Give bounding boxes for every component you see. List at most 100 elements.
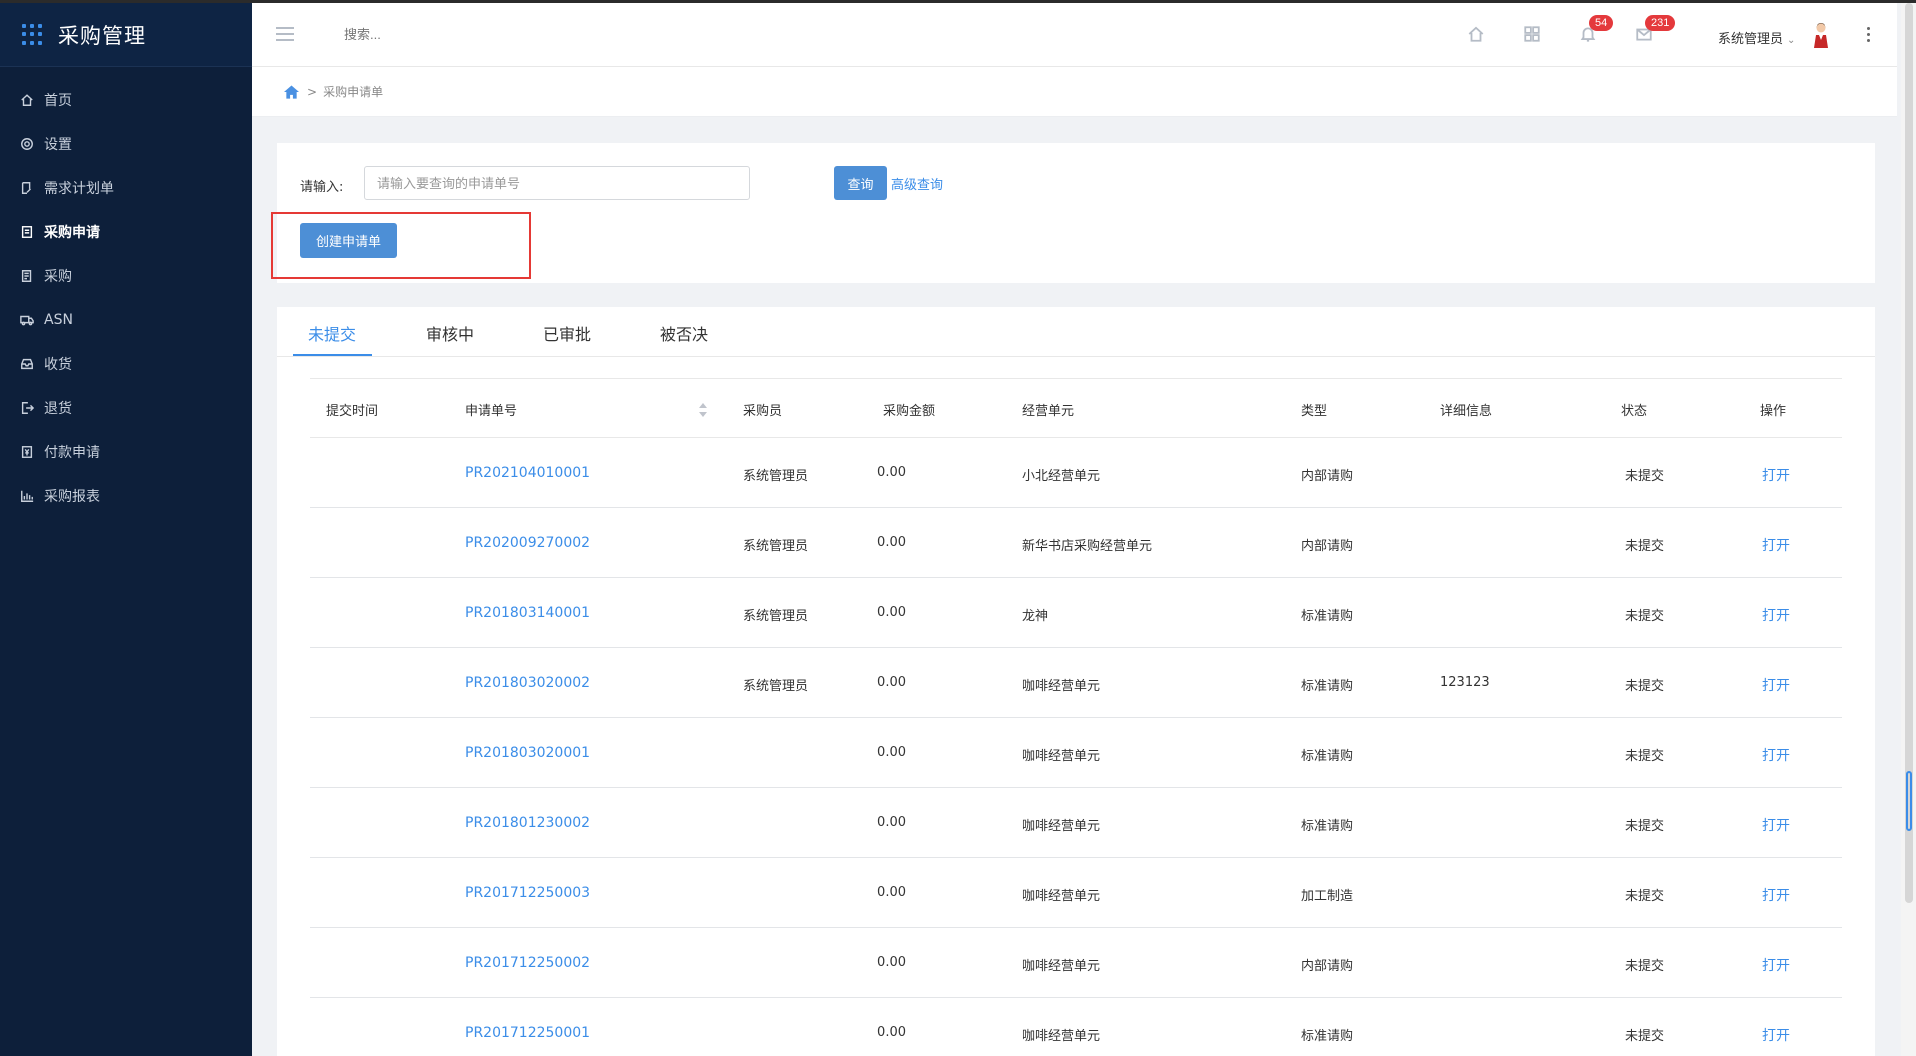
tab-approved[interactable]: 已审批 — [543, 321, 591, 345]
open-link[interactable]: 打开 — [1762, 675, 1790, 695]
cell-unit: 咖啡经营单元 — [1022, 1029, 1101, 1044]
column-header[interactable]: 提交时间 — [326, 400, 378, 419]
sidebar-item-purchase-request[interactable]: 采购申请 — [0, 210, 252, 254]
open-link[interactable]: 打开 — [1762, 745, 1790, 765]
cell-buyer: 系统管理员 — [743, 539, 809, 554]
apps-icon[interactable] — [1523, 25, 1543, 45]
sidebar-item-settings[interactable]: 设置 — [0, 122, 252, 166]
request-number-link[interactable]: PR201801230002 — [465, 815, 590, 831]
request-number-link[interactable]: PR201712250002 — [465, 955, 590, 971]
cell-amount: 0.00 — [877, 465, 906, 480]
cell-status: 未提交 — [1625, 889, 1665, 904]
more-options-icon[interactable] — [1867, 27, 1871, 43]
request-table: 提交时间 申请单号 采购员 采购金额 经营单元 类型 详细信息 状态 操作 PR… — [310, 378, 1842, 1056]
open-link[interactable]: 打开 — [1762, 955, 1790, 975]
column-header[interactable]: 状态 — [1621, 400, 1647, 419]
document-icon — [20, 225, 34, 239]
request-number-link[interactable]: PR201712250001 — [465, 1025, 590, 1041]
sort-icon[interactable] — [698, 401, 708, 419]
sidebar-item-receive[interactable]: 收货 — [0, 342, 252, 386]
open-link[interactable]: 打开 — [1762, 535, 1790, 555]
sidebar-item-label: 退货 — [44, 401, 72, 417]
sidebar-item-label: 首页 — [44, 93, 72, 109]
cell-type: 标准请购 — [1301, 1029, 1354, 1044]
cell-amount: 0.00 — [877, 535, 906, 550]
sidebar-item-label: 采购 — [44, 269, 72, 285]
sidebar-item-label: 需求计划单 — [44, 181, 114, 197]
column-header[interactable]: 操作 — [1760, 400, 1786, 419]
table-row: PR202009270002 系统管理员 0.00 新华书店采购经营单元 内部请购 未提交… — [310, 508, 1842, 578]
apps-grid-icon[interactable] — [22, 23, 44, 46]
cell-type: 标准请购 — [1301, 749, 1354, 764]
request-number-link[interactable]: PR201803020001 — [465, 745, 590, 761]
table-row: PR201712250002 0.00 咖啡经营单元 内部请购 未提交 打开 — [310, 928, 1842, 998]
breadcrumb-separator: > — [307, 84, 318, 99]
request-number-link[interactable]: PR202104010001 — [465, 465, 590, 481]
tab-rejected[interactable]: 被否决 — [660, 321, 708, 345]
sidebar-item-demand-plan[interactable]: 需求计划单 — [0, 166, 252, 210]
query-button[interactable]: 查询 — [834, 166, 887, 200]
sidebar-item-return[interactable]: 退货 — [0, 386, 252, 430]
table-row: PR201803020001 0.00 咖啡经营单元 标准请购 未提交 打开 — [310, 718, 1842, 788]
cell-detail: 123123 — [1440, 675, 1490, 690]
cell-type: 标准请购 — [1301, 609, 1354, 624]
header-search-input[interactable] — [344, 27, 484, 42]
cell-status: 未提交 — [1625, 469, 1665, 484]
column-header[interactable]: 采购员 — [743, 400, 782, 419]
open-link[interactable]: 打开 — [1762, 605, 1790, 625]
query-panel: 请输入: 查询 高级查询 创建申请单 — [277, 143, 1875, 283]
sidebar-item-label: 收货 — [44, 357, 72, 373]
column-header[interactable]: 详细信息 — [1440, 400, 1492, 419]
cell-type: 内部请购 — [1301, 469, 1354, 484]
tab-not-submitted[interactable]: 未提交 — [308, 321, 356, 345]
create-request-button[interactable]: 创建申请单 — [300, 223, 397, 258]
table-body: PR202104010001 系统管理员 0.00 小北经营单元 内部请购 未提交 打开 PR… — [310, 438, 1842, 1056]
cell-amount: 0.00 — [877, 1025, 906, 1040]
top-header: 54 231 系统管理员⌄ — [252, 3, 1897, 67]
column-header[interactable]: 申请单号 — [465, 400, 517, 419]
open-link[interactable]: 打开 — [1762, 465, 1790, 485]
cell-status: 未提交 — [1625, 749, 1665, 764]
column-header[interactable]: 经营单元 — [1022, 400, 1074, 419]
request-number-link[interactable]: PR201803020002 — [465, 675, 590, 691]
open-link[interactable]: 打开 — [1762, 1025, 1790, 1045]
open-link[interactable]: 打开 — [1762, 815, 1790, 835]
column-header[interactable]: 类型 — [1301, 400, 1327, 419]
cell-unit: 小北经营单元 — [1022, 469, 1101, 484]
user-menu[interactable]: 系统管理员 ⌄ — [1718, 28, 1795, 47]
open-link[interactable]: 打开 — [1762, 885, 1790, 905]
sidebar-menu: 首页 设置 需求计划单 采购申请 采购 ASN 收货 退货 付款申请 采购报表 — [0, 78, 252, 518]
cell-unit: 龙神 — [1022, 609, 1049, 624]
bell-icon[interactable]: 54 — [1579, 15, 1614, 45]
sidebar: 采购管理 首页 设置 需求计划单 采购申请 采购 ASN 收货 退货 付款申请 … — [0, 3, 252, 1056]
request-number-link[interactable]: PR201803140001 — [465, 605, 590, 621]
cell-type: 加工制造 — [1301, 889, 1354, 904]
column-header[interactable]: 采购金额 — [883, 400, 935, 419]
breadcrumb-home-icon[interactable] — [284, 84, 299, 99]
advanced-query-link[interactable]: 高级查询 — [891, 174, 943, 193]
table-row: PR201712250001 0.00 咖啡经营单元 标准请购 未提交 打开 — [310, 998, 1842, 1056]
sidebar-item-payment-request[interactable]: 付款申请 — [0, 430, 252, 474]
avatar[interactable] — [1812, 22, 1830, 48]
table-row: PR201712250003 0.00 咖啡经营单元 加工制造 未提交 打开 — [310, 858, 1842, 928]
request-number-link[interactable]: PR202009270002 — [465, 535, 590, 551]
tab-under-review[interactable]: 审核中 — [426, 321, 474, 345]
sidebar-item-purchase-report[interactable]: 采购报表 — [0, 474, 252, 518]
home-shortcut-icon[interactable] — [1467, 25, 1487, 45]
sidebar-item-home[interactable]: 首页 — [0, 78, 252, 122]
menu-toggle-icon[interactable] — [276, 27, 294, 41]
cell-buyer: 系统管理员 — [743, 609, 809, 624]
cell-amount: 0.00 — [877, 885, 906, 900]
request-number-input[interactable] — [364, 166, 750, 200]
scroll-position-marker — [1906, 771, 1912, 831]
breadcrumb: > 采购申请单 — [252, 67, 1897, 117]
scrollbar-thumb[interactable] — [1905, 3, 1913, 903]
table-row: PR201803140001 系统管理员 0.00 龙神 标准请购 未提交 打开 — [310, 578, 1842, 648]
page-scrollbar[interactable] — [1901, 3, 1916, 1056]
mail-icon[interactable]: 231 — [1635, 15, 1676, 45]
cell-status: 未提交 — [1625, 679, 1665, 694]
request-number-link[interactable]: PR201712250003 — [465, 885, 590, 901]
sidebar-item-asn[interactable]: ASN — [0, 298, 252, 342]
sidebar-item-purchase[interactable]: 采购 — [0, 254, 252, 298]
table-header: 提交时间 申请单号 采购员 采购金额 经营单元 类型 详细信息 状态 操作 — [310, 378, 1842, 438]
